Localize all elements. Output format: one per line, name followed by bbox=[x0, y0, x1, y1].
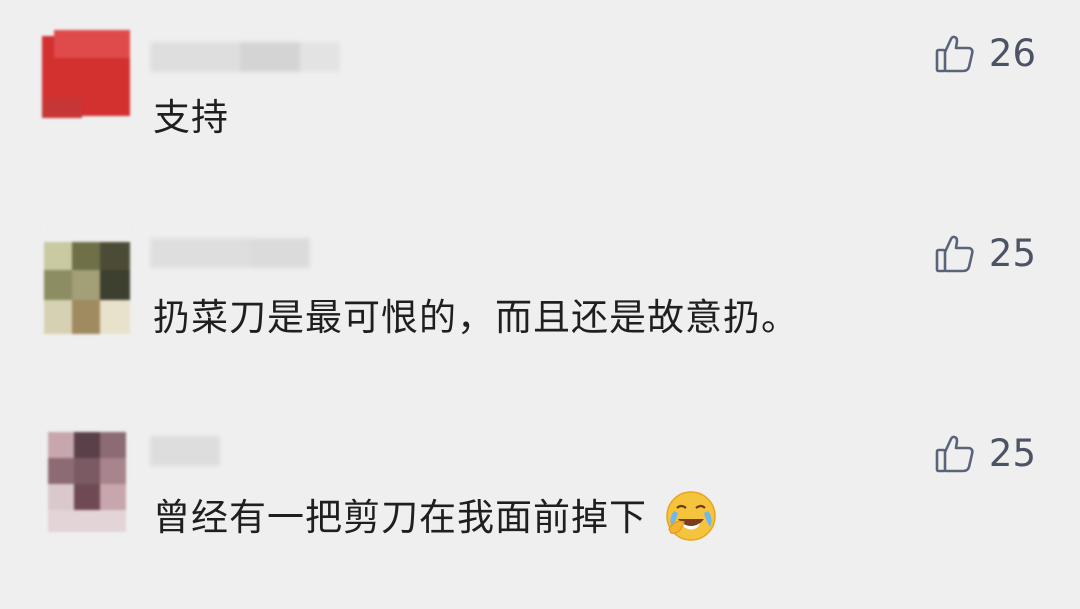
thumbs-up-icon bbox=[935, 235, 974, 273]
comment-item: 扔菜刀是最可恨的，而且还是故意扔。 25 bbox=[0, 200, 1080, 400]
comment-text: 扔菜刀是最可恨的，而且还是故意扔。 bbox=[153, 296, 799, 339]
like-count: 26 bbox=[988, 31, 1036, 75]
avatar[interactable] bbox=[42, 430, 130, 534]
like-count: 25 bbox=[988, 431, 1036, 475]
comment-text: 曾经有一把剪刀在我面前掉下 bbox=[153, 490, 718, 543]
username-blurred[interactable] bbox=[150, 436, 220, 466]
comment-item: 曾经有一把剪刀在我面前掉下 25 bbox=[0, 400, 1080, 600]
like-button[interactable]: 26 bbox=[933, 28, 1036, 78]
username-blurred[interactable] bbox=[150, 42, 340, 72]
comment-text-content: 曾经有一把剪刀在我面前掉下 bbox=[153, 496, 647, 539]
avatar[interactable] bbox=[42, 30, 130, 122]
crying-laughing-emoji-icon bbox=[666, 490, 716, 541]
like-count: 25 bbox=[988, 231, 1036, 275]
thumbs-up-icon bbox=[935, 35, 974, 73]
avatar[interactable] bbox=[42, 220, 130, 336]
comment-item: 支持 26 bbox=[0, 0, 1080, 200]
like-button[interactable]: 25 bbox=[933, 228, 1036, 278]
like-button[interactable]: 25 bbox=[933, 428, 1036, 478]
username-blurred[interactable] bbox=[150, 238, 310, 268]
comment-text: 支持 bbox=[153, 96, 229, 139]
thumbs-up-icon bbox=[935, 435, 974, 473]
